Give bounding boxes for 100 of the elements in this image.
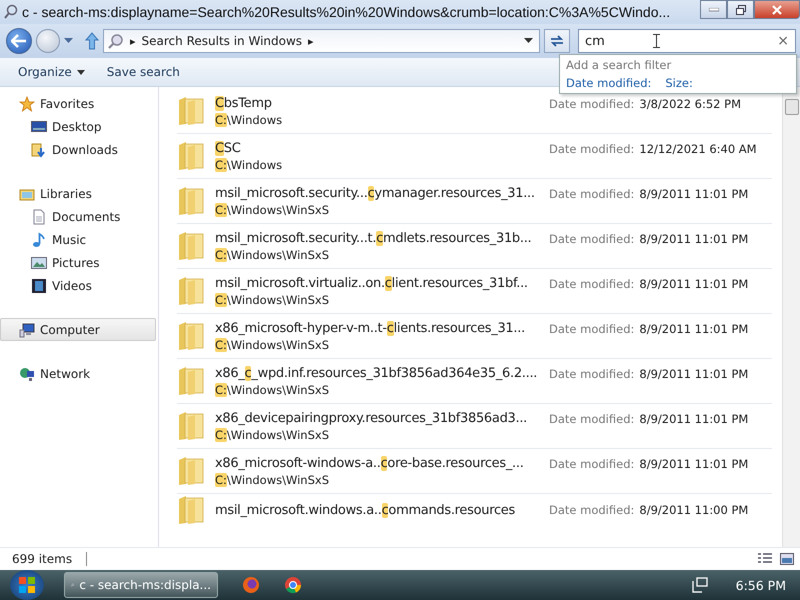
sidebar-item[interactable]: Pictures: [0, 251, 156, 274]
file-name: x86_microsoft-hyper-v-m..t-clients.resources_31...: [215, 320, 526, 336]
clear-search-button[interactable]: ×: [777, 33, 789, 49]
file-path: C:\Windows\WinSxS: [215, 292, 330, 306]
search-result-item[interactable]: msil_microsoft.security...t.cmdlets.resources_31b... C:\Windows\WinSxS Date modified: 8/9/2011 11:01 PM: [177, 224, 772, 269]
date-label: Date modified:: [549, 232, 634, 246]
arrow-up-icon[interactable]: [85, 32, 99, 50]
file-name: x86_devicepairingproxy.resources_31bf3856ad3...: [215, 410, 528, 426]
breadcrumb-arrow[interactable]: ▸: [308, 34, 314, 48]
folder-icon: [177, 456, 205, 486]
sidebar-item[interactable]: Videos: [0, 274, 156, 297]
file-name: CbsTemp: [215, 96, 273, 110]
details-view-icon[interactable]: [758, 553, 772, 565]
caret-icon[interactable]: [64, 38, 73, 44]
search-result-item[interactable]: msil_microsoft.security...cymanager.resources_31... C:\Windows\WinSxS Date modified: 8/9/2011 11:01 PM: [177, 179, 772, 224]
search-result-item[interactable]: msil_microsoft.windows.a..commands.resources Date modified: 8/9/2011 11:00 PM: [177, 494, 772, 526]
file-path: C:\Windows\WinSxS: [215, 428, 330, 442]
desktop-icon: [31, 118, 47, 134]
folder-icon: [177, 96, 205, 126]
file-name: msil_microsoft.windows.a..commands.resources: [215, 502, 516, 518]
windows-logo-icon: [18, 576, 36, 594]
date-label: Date modified:: [549, 322, 634, 336]
search-filter-link[interactable]: Size:: [665, 76, 693, 90]
minimize-button[interactable]: [700, 0, 727, 19]
search-result-item[interactable]: x86_microsoft-windows-a..core-base.resources_... C:\Windows\WinSxS Date modified: 8/9/2011 11:01 PM: [177, 449, 772, 494]
search-result-item[interactable]: x86_c_wpd.inf.resources_31bf3856ad364e35_6.2.... C:\Windows\WinSxS Date modified: 8/9/2011 11:01 PM: [177, 359, 772, 404]
star-icon: [19, 96, 35, 112]
date-label: Date modified:: [549, 412, 634, 426]
date-label: Date modified:: [549, 97, 634, 111]
file-path: C:\Windows\WinSxS: [215, 338, 330, 352]
toolbar-button[interactable]: Organize: [10, 62, 93, 82]
computer-icon: [19, 322, 35, 338]
file-path: C:\Windows\WinSxS: [215, 202, 330, 216]
date-value: 3/8/2022 6:52 PM: [639, 97, 742, 111]
search-icon: [4, 4, 18, 20]
date-value: 8/9/2011 11:01 PM: [639, 322, 748, 336]
address-bar[interactable]: ▸ Search Results in Windows ▸: [103, 29, 540, 53]
breadcrumb-item[interactable]: Search Results in Windows: [142, 34, 302, 48]
sidebar-item[interactable]: Favorites: [0, 92, 156, 115]
folder-icon: [177, 366, 205, 396]
sidebar-item[interactable]: Documents: [0, 205, 156, 228]
sidebar-item[interactable]: Music: [0, 228, 156, 251]
picture-icon: [31, 254, 47, 270]
sidebar-item[interactable]: Libraries: [0, 182, 156, 205]
sidebar-item[interactable]: Downloads: [0, 138, 156, 161]
dropdown-caret-icon[interactable]: [524, 38, 533, 44]
preview-view-icon[interactable]: [780, 553, 794, 565]
music-icon: [31, 232, 47, 248]
video-icon: [31, 278, 47, 294]
sidebar-item[interactable]: Network: [0, 362, 156, 385]
sidebar-item[interactable]: Desktop: [0, 115, 156, 138]
search-result-item[interactable]: x86_devicepairingproxy.resources_31bf3856ad3... C:\Windows\WinSxS Date modified: 8/9/2011 11:01 PM: [177, 404, 772, 449]
date-label: Date modified:: [549, 187, 634, 201]
search-filter-link[interactable]: Date modified:: [566, 76, 652, 90]
file-path: C:\Windows\WinSxS: [215, 382, 330, 396]
item-count: 699 items: [12, 552, 88, 566]
minimize-icon: [708, 8, 718, 12]
date-value: 8/9/2011 11:01 PM: [639, 367, 748, 381]
date-label: Date modified:: [549, 503, 634, 517]
window-title: c - search-ms:displayname=Search%20Results%20in%20Windows&crumb=location:C%3A%5CWindo...: [22, 4, 672, 20]
folder-icon: [177, 321, 205, 351]
file-name: msil_microsoft.security...cymanager.resources_31...: [215, 186, 536, 200]
restore-icon: [736, 4, 746, 14]
date-label: Date modified:: [549, 457, 634, 471]
date-label: Date modified:: [549, 142, 634, 156]
sidebar-item[interactable]: Computer: [0, 318, 156, 341]
breadcrumb-arrow[interactable]: ▸: [130, 34, 136, 48]
network-tray-icon[interactable]: [692, 577, 708, 593]
date-value: 8/9/2011 11:01 PM: [639, 277, 748, 291]
file-name: x86_c_wpd.inf.resources_31bf3856ad364e35_6.2....: [215, 366, 538, 380]
date-value: 8/9/2011 11:01 PM: [639, 412, 748, 426]
close-button[interactable]: [754, 0, 800, 19]
downloads-icon: [31, 142, 47, 158]
search-result-item[interactable]: x86_microsoft-hyper-v-m..t-clients.resources_31... C:\Windows\WinSxS Date modified: 8/9/2011 11:01 PM: [177, 314, 772, 359]
search-result-item[interactable]: CbsTemp C:\Windows Date modified: 3/8/2022 6:52 PM: [177, 89, 772, 134]
refresh-button[interactable]: [544, 29, 570, 53]
taskbar-window-button[interactable]: c - search-ms:displa...: [64, 572, 218, 598]
search-result-item[interactable]: CSC C:\Windows Date modified: 12/12/2021 6:40 AM: [177, 134, 772, 179]
restore-button[interactable]: [727, 0, 754, 19]
toolbar-button[interactable]: Save search: [98, 62, 188, 82]
date-value: 12/12/2021 6:40 AM: [639, 142, 757, 156]
firefox-icon[interactable]: [242, 576, 260, 594]
back-button[interactable]: [6, 28, 32, 54]
file-path: C:\Windows\WinSxS: [215, 248, 330, 262]
date-value: 8/9/2011 11:00 PM: [639, 503, 748, 517]
chrome-icon[interactable]: [284, 576, 302, 594]
file-path: C:\Windows: [215, 112, 284, 126]
search-field[interactable]: cm ×: [578, 29, 796, 53]
scroll-thumb[interactable]: [785, 99, 799, 115]
refresh-arrows-icon: [549, 34, 565, 48]
start-button[interactable]: [10, 570, 44, 600]
clock[interactable]: 6:56 PM: [736, 578, 786, 592]
text-cursor-icon: [653, 34, 660, 48]
folder-icon: [177, 411, 205, 441]
search-result-item[interactable]: msil_microsoft.virtualiz..on.client.resources_31bf... C:\Windows\WinSxS Date modified: 8/9/2011 11:01 PM: [177, 269, 772, 314]
folder-icon: [177, 231, 205, 261]
folder-icon: [177, 276, 205, 306]
date-label: Date modified:: [549, 367, 634, 381]
date-value: 8/9/2011 11:01 PM: [639, 187, 748, 201]
close-icon: [772, 4, 782, 14]
